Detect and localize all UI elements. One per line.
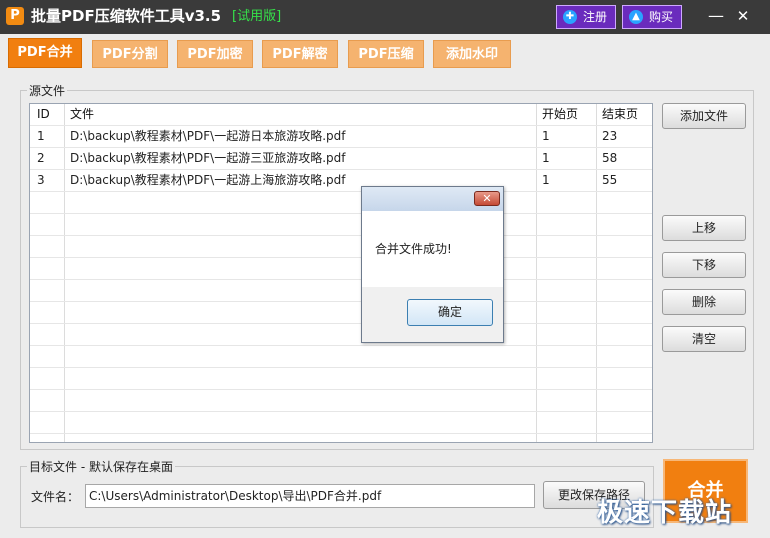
file-table[interactable]: ID 文件 开始页 结束页 1 D:\backup\教程素材\PDF\一起游日本… [29, 103, 653, 443]
target-file-label: 目标文件 - 默认保存在桌面 [27, 458, 175, 475]
row-start-page: 1 [542, 173, 550, 187]
table-row[interactable]: 3 D:\backup\教程素材\PDF\一起游上海旅游攻略.pdf 1 55 [30, 170, 652, 192]
column-header-start-page[interactable]: 开始页 [542, 104, 578, 125]
register-button[interactable]: ✚ 注册 [556, 5, 616, 29]
buy-label: 购买 [649, 10, 674, 24]
row-start-page: 1 [542, 129, 550, 143]
column-header-end-page[interactable]: 结束页 [602, 104, 638, 125]
dialog-message: 合并文件成功! [375, 242, 452, 256]
row-id: 3 [37, 173, 45, 187]
dialog-close-button[interactable]: ✕ [474, 191, 500, 206]
add-file-button[interactable]: 添加文件 [662, 103, 746, 129]
empty-row [30, 390, 652, 412]
tab-add-watermark[interactable]: 添加水印 [433, 40, 511, 68]
filename-input[interactable]: C:\Users\Administrator\Desktop\导出\PDF合并.… [85, 484, 535, 508]
table-row[interactable]: 2 D:\backup\教程素材\PDF\一起游三亚旅游攻略.pdf 1 58 [30, 148, 652, 170]
table-row[interactable]: 1 D:\backup\教程素材\PDF\一起游日本旅游攻略.pdf 1 23 [30, 126, 652, 148]
edition-badge: [试用版] [232, 9, 282, 24]
tab-pdf-split[interactable]: PDF分割 [92, 40, 168, 68]
move-up-button[interactable]: 上移 [662, 215, 746, 241]
row-file: D:\backup\教程素材\PDF\一起游上海旅游攻略.pdf [70, 173, 346, 187]
move-down-button[interactable]: 下移 [662, 252, 746, 278]
success-dialog: ✕ 合并文件成功! 确定 [361, 186, 504, 343]
tab-pdf-compress[interactable]: PDF压缩 [348, 40, 424, 68]
row-end-page: 23 [602, 129, 618, 143]
cart-icon: ▲ [629, 10, 643, 24]
empty-row [30, 258, 652, 280]
empty-row [30, 368, 652, 390]
column-header-id[interactable]: ID [37, 104, 50, 125]
source-files-label: 源文件 [27, 82, 68, 99]
row-end-page: 58 [602, 151, 618, 165]
row-id: 1 [37, 129, 45, 143]
minimize-button[interactable]: — [705, 6, 727, 26]
app-logo-icon: P [6, 7, 24, 25]
register-label: 注册 [583, 10, 608, 24]
empty-row [30, 236, 652, 258]
row-id: 2 [37, 151, 45, 165]
empty-row [30, 280, 652, 302]
filename-label: 文件名： [31, 490, 80, 504]
row-file: D:\backup\教程素材\PDF\一起游日本旅游攻略.pdf [70, 129, 346, 143]
tab-pdf-decrypt[interactable]: PDF解密 [262, 40, 338, 68]
tab-pdf-merge[interactable]: PDF合并 [8, 38, 82, 68]
empty-row [30, 302, 652, 324]
tab-pdf-encrypt[interactable]: PDF加密 [177, 40, 253, 68]
site-watermark: 极速下载站 [597, 498, 733, 528]
title-bar: P 批量PDF压缩软件工具v3.5 [试用版] ✚ 注册 ▲ 购买 — ✕ [0, 0, 770, 34]
empty-row [30, 412, 652, 434]
dialog-ok-button[interactable]: 确定 [407, 299, 493, 326]
empty-row [30, 346, 652, 368]
crosshair-icon: ✚ [563, 10, 577, 24]
buy-button[interactable]: ▲ 购买 [622, 5, 682, 29]
row-end-page: 55 [602, 173, 618, 187]
row-file: D:\backup\教程素材\PDF\一起游三亚旅游攻略.pdf [70, 151, 346, 165]
delete-button[interactable]: 删除 [662, 289, 746, 315]
clear-button[interactable]: 清空 [662, 326, 746, 352]
close-window-button[interactable]: ✕ [732, 6, 754, 26]
column-header-file[interactable]: 文件 [70, 104, 94, 125]
empty-row [30, 214, 652, 236]
row-start-page: 1 [542, 151, 550, 165]
table-header-row: ID 文件 开始页 结束页 [30, 104, 652, 126]
empty-row [30, 192, 652, 214]
app-title: 批量PDF压缩软件工具v3.5 [31, 7, 222, 25]
empty-row [30, 324, 652, 346]
